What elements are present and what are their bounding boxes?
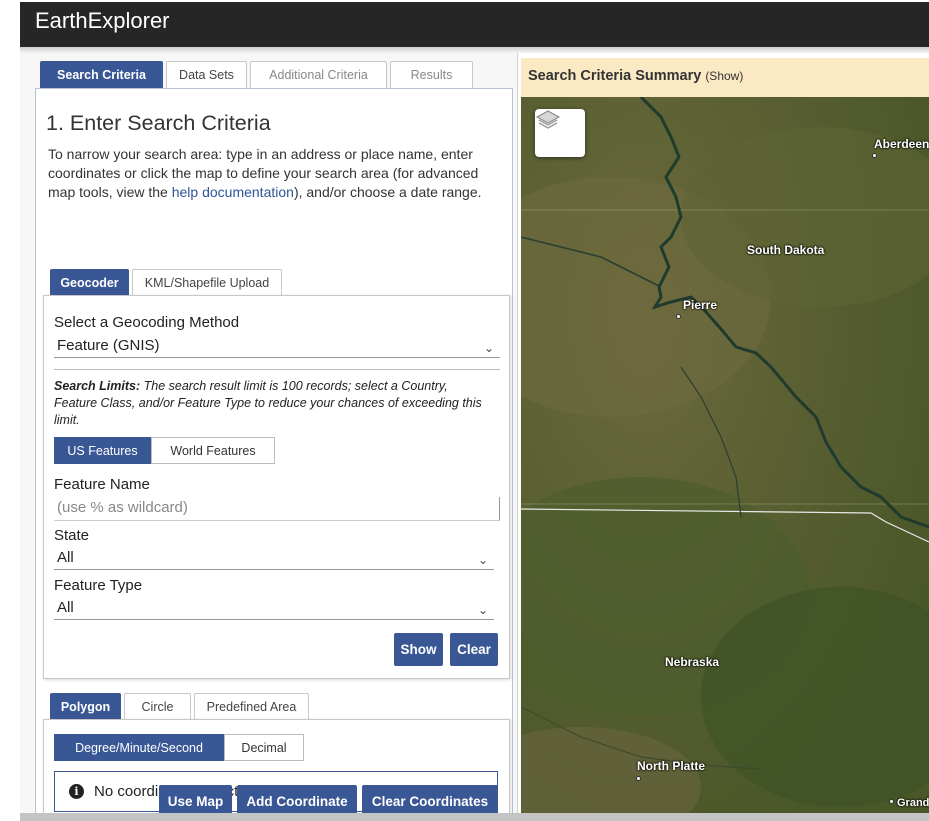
chevron-down-icon: ⌄	[483, 341, 494, 355]
intro-text-end: ), and/or choose a date range.	[293, 184, 482, 200]
feature-name-input[interactable]: (use % as wildcard)	[54, 497, 500, 521]
help-documentation-link[interactable]: help documentation	[172, 184, 294, 200]
tab-us-features[interactable]: US Features	[54, 437, 151, 464]
feature-type-label: Feature Type	[54, 577, 143, 594]
coordinate-format-tabs: Degree/Minute/Second Decimal	[54, 734, 304, 761]
tab-polygon[interactable]: Polygon	[50, 693, 121, 720]
tab-data-sets[interactable]: Data Sets	[166, 61, 247, 88]
chevron-down-icon: ⌄	[477, 603, 488, 617]
search-criteria-summary-bar[interactable]: Search Criteria Summary (Show)	[521, 58, 929, 97]
tab-results[interactable]: Results	[390, 61, 473, 88]
map-label-grand: Grand	[897, 797, 929, 809]
left-panel: Search Criteria Data Sets Additional Cri…	[20, 53, 518, 821]
state-label: State	[54, 527, 90, 544]
summary-title-text: Search Criteria Summary	[528, 68, 702, 84]
intro-text: To narrow your search area: type in an a…	[48, 145, 508, 202]
state-select[interactable]: All ⌄	[54, 548, 494, 570]
map-label-south-dakota: South Dakota	[747, 243, 825, 257]
geocoding-method-label: Select a Geocoding Method	[54, 314, 240, 331]
page-title: 1. Enter Search Criteria	[46, 111, 271, 135]
show-button[interactable]: Show	[394, 633, 443, 666]
layers-icon	[535, 110, 561, 129]
chevron-down-icon: ⌄	[477, 553, 488, 567]
map-label-north-platte: North Platte	[637, 759, 706, 773]
area-tabs: Polygon Circle Predefined Area	[50, 693, 309, 720]
geocoding-method-select[interactable]: Feature (GNIS) ⌄	[54, 336, 500, 358]
map-view[interactable]: Aberdeen South Dakota Pierre Nebraska No…	[521, 97, 929, 813]
tab-world-features[interactable]: World Features	[151, 437, 275, 464]
search-criteria-panel: 1. Enter Search Criteria To narrow your …	[35, 88, 513, 821]
tab-geocoder[interactable]: Geocoder	[50, 269, 129, 296]
feature-name-label: Feature Name	[54, 476, 150, 493]
divider	[54, 369, 500, 370]
map-label-pierre: Pierre	[683, 298, 718, 312]
tab-circle[interactable]: Circle	[124, 693, 191, 720]
geocoding-method-value: Feature (GNIS)	[57, 337, 160, 354]
geocoder-panel: Select a Geocoding Method Feature (GNIS)…	[43, 295, 510, 679]
search-limits-note: Search Limits: The search result limit i…	[54, 378, 494, 429]
state-value: All	[57, 549, 74, 566]
geo-tabs: Geocoder KML/Shapefile Upload	[50, 269, 282, 296]
map-label-nebraska: Nebraska	[665, 655, 720, 669]
top-bar: EarthExplorer	[20, 2, 929, 47]
aberdeen-marker[interactable]	[872, 153, 877, 158]
feature-type-select[interactable]: All ⌄	[54, 598, 494, 620]
tab-predefined-area[interactable]: Predefined Area	[194, 693, 309, 720]
tab-decimal[interactable]: Decimal	[224, 734, 304, 761]
satellite-imagery	[521, 97, 929, 813]
info-icon: i	[69, 784, 84, 799]
north-platte-marker[interactable]	[636, 776, 641, 781]
layers-button[interactable]	[535, 109, 585, 157]
tab-additional-criteria[interactable]: Additional Criteria	[250, 61, 387, 88]
summary-title: Search Criteria Summary (Show)	[528, 68, 743, 84]
clear-button[interactable]: Clear	[450, 633, 498, 666]
app-root: EarthExplorer Search Criteria Data Sets …	[0, 0, 929, 821]
pierre-marker[interactable]	[676, 314, 681, 319]
tab-kml-shapefile-upload[interactable]: KML/Shapefile Upload	[132, 269, 282, 296]
grand-marker[interactable]	[889, 799, 894, 804]
tab-degree-minute-second[interactable]: Degree/Minute/Second	[54, 734, 224, 761]
main-tabs: Search Criteria Data Sets Additional Cri…	[40, 61, 473, 88]
app-title[interactable]: EarthExplorer	[35, 8, 170, 34]
tab-search-criteria[interactable]: Search Criteria	[40, 61, 163, 88]
feature-tabs: US Features World Features	[54, 437, 275, 464]
search-limits-title: Search Limits:	[54, 379, 141, 393]
feature-type-value: All	[57, 599, 74, 616]
summary-show-toggle[interactable]: (Show)	[705, 69, 743, 83]
map-label-aberdeen: Aberdeen	[874, 137, 929, 151]
horizontal-scrollbar[interactable]	[20, 813, 929, 821]
